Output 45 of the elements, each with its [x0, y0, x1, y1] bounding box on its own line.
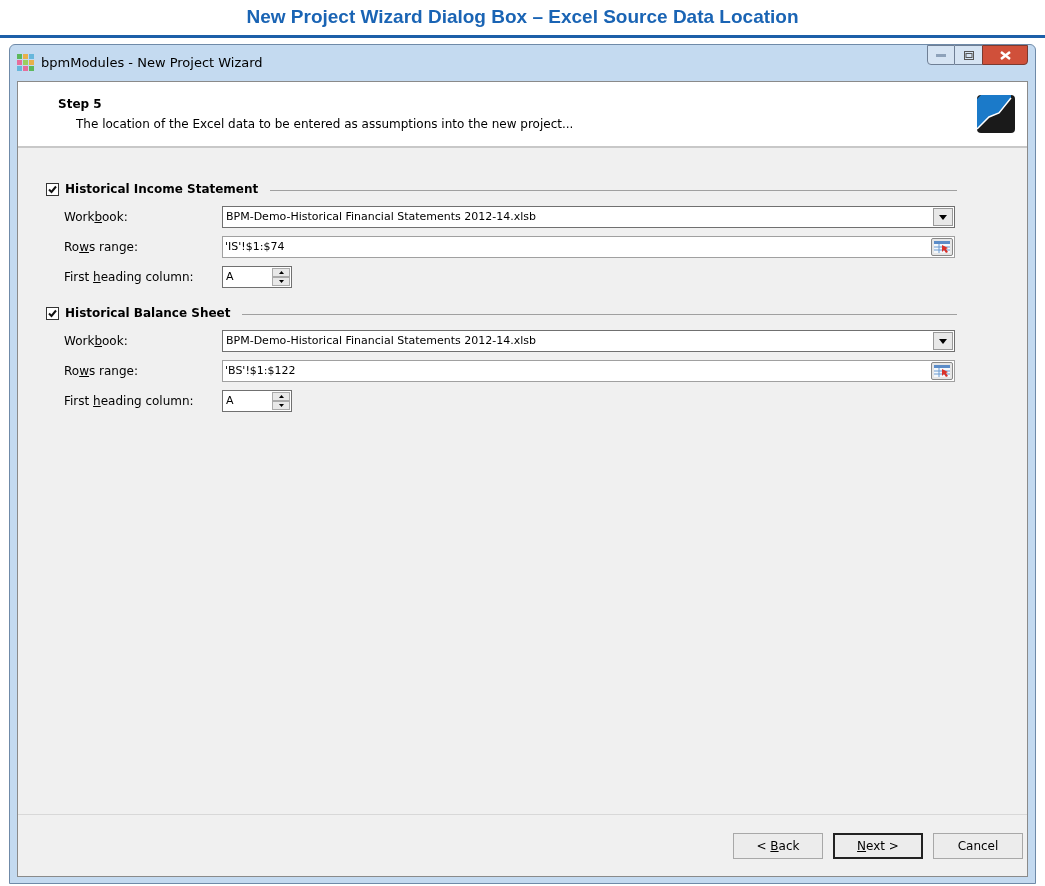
rows-range-field[interactable]: 'IS'!$1:$74: [222, 236, 955, 258]
close-icon: [999, 50, 1011, 60]
caret-icon: [939, 338, 947, 344]
checkbox[interactable]: [46, 306, 59, 320]
logo-icon: [977, 95, 1015, 133]
window-title: bpmModules - New Project Wizard: [41, 54, 263, 73]
close-button[interactable]: [982, 45, 1028, 65]
maximize-icon: [963, 50, 974, 60]
up-arrow-icon: [278, 271, 284, 274]
minimize-button[interactable]: [927, 45, 955, 65]
workbook-dropdown[interactable]: BPM-Demo-Historical Financial Statements 2012-14.xlsb: [222, 330, 955, 352]
rows-range-field[interactable]: 'BS'!$1:$122: [222, 360, 955, 382]
workbook-dropdown[interactable]: BPM-Demo-Historical Financial Statements 2012-14.xlsb: [222, 206, 955, 228]
section-title: Historical Income Statement: [65, 181, 259, 198]
spin-up-button[interactable]: [272, 392, 290, 401]
spreadsheet-icon: [934, 241, 950, 253]
dialog-button[interactable]: Next >: [833, 832, 923, 859]
maximize-button[interactable]: [955, 45, 982, 65]
field-label: First heading column:: [64, 393, 195, 410]
minimize-icon: [936, 53, 946, 57]
field-label: First heading column:: [64, 269, 195, 286]
step-title: Step 5: [58, 96, 103, 113]
dialog-button[interactable]: < Back: [733, 832, 823, 859]
range-picker-button[interactable]: [931, 362, 953, 380]
step-description: The location of the Excel data to be entered as assumptions into the new project...: [75, 116, 574, 133]
dialog-button[interactable]: Cancel: [933, 832, 1023, 859]
down-arrow-icon: [278, 404, 284, 407]
spin-down-button[interactable]: [272, 277, 290, 286]
down-arrow-icon: [278, 280, 284, 283]
section-title: Historical Balance Sheet: [65, 305, 231, 322]
field-label: Rows range:: [64, 239, 139, 256]
range-picker-button[interactable]: [931, 238, 953, 256]
field-label: Workbook:: [64, 209, 129, 226]
spreadsheet-icon: [934, 365, 950, 377]
spin-down-button[interactable]: [272, 401, 290, 410]
checkbox[interactable]: [46, 182, 59, 196]
heading-column-spinner[interactable]: A: [222, 390, 292, 412]
app-icon: [17, 54, 35, 72]
field-label: Workbook:: [64, 333, 129, 350]
spin-up-button[interactable]: [272, 268, 290, 277]
field-label: Rows range:: [64, 363, 139, 380]
up-arrow-icon: [278, 395, 284, 398]
caret-icon: [939, 214, 947, 220]
page-title: New Project Wizard Dialog Box – Excel Source Data Location: [246, 5, 799, 30]
heading-column-spinner[interactable]: A: [222, 266, 292, 288]
